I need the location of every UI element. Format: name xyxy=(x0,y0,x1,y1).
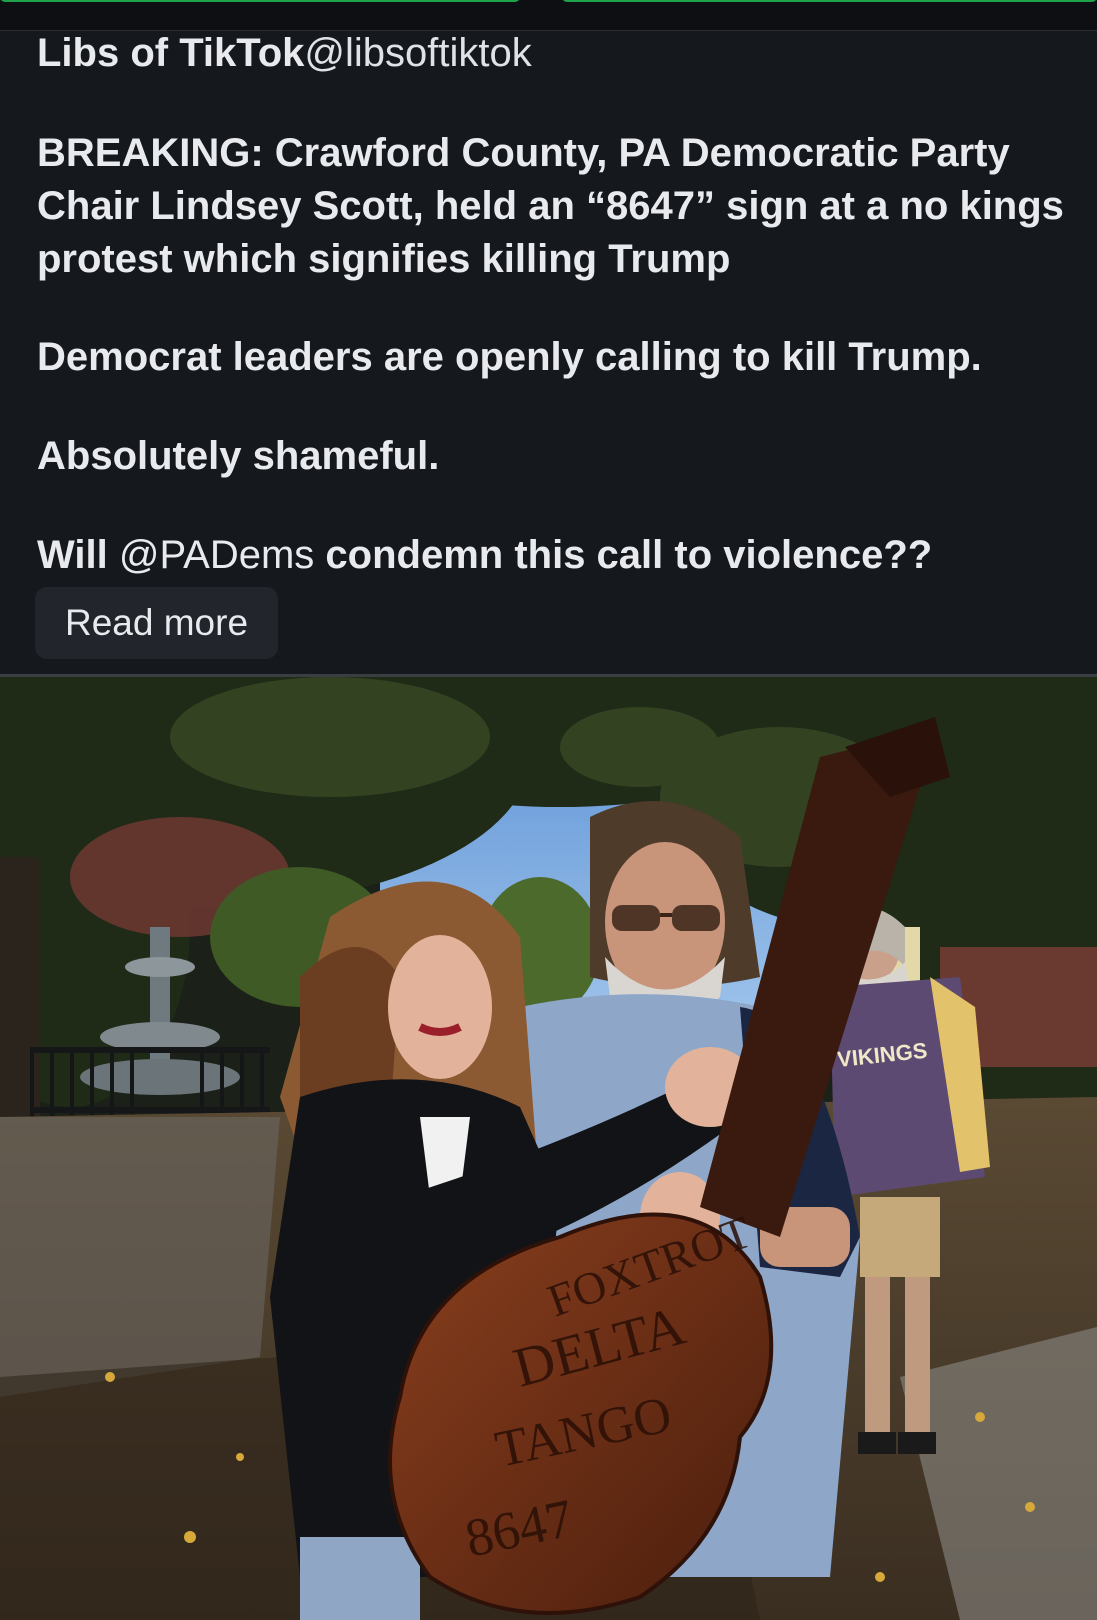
photo-illustration: VIKINGS FOXTROT DELTA TANGO 8647 xyxy=(0,677,1097,1620)
condemn-text-start: Will xyxy=(37,533,119,577)
condemn-text-end: condemn this call to violence?? xyxy=(314,533,933,577)
post-paragraph-leaders: Democrat leaders are openly calling to k… xyxy=(37,335,982,379)
read-more-button[interactable]: Read more xyxy=(35,587,278,659)
post-paragraph-breaking: BREAKING: Crawford County, PA Democratic… xyxy=(37,131,1064,281)
post-paragraph-shameful: Absolutely shameful. xyxy=(37,434,440,478)
top-tab-indicator-right[interactable] xyxy=(562,0,1097,2)
post-card: Libs of TikTok@libsoftiktok BREAKING: Cr… xyxy=(0,31,1097,674)
post-photo[interactable]: VIKINGS FOXTROT DELTA TANGO 8647 xyxy=(0,677,1097,1620)
author-name[interactable]: Libs of TikTok xyxy=(37,31,304,75)
post-paragraph-condemn: Will @PADems condemn this call to violen… xyxy=(37,529,1077,582)
post-author[interactable]: Libs of TikTok@libsoftiktok xyxy=(37,31,532,75)
sidewalk xyxy=(0,1117,280,1397)
padems-mention-link[interactable]: @PADems xyxy=(119,533,314,577)
author-handle[interactable]: @libsoftiktok xyxy=(304,31,531,75)
top-tab-indicator-left[interactable] xyxy=(0,0,520,2)
top-bar xyxy=(0,0,1097,31)
